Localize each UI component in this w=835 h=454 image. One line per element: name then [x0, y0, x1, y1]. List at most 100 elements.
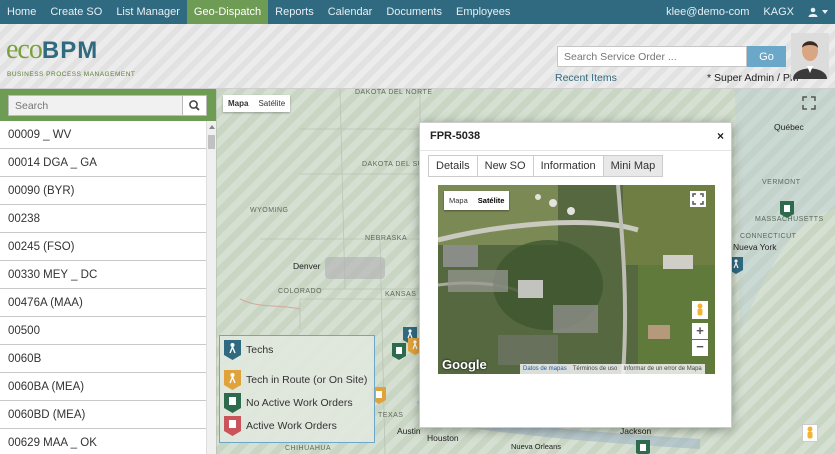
tab-mini-map[interactable]: Mini Map [602, 155, 664, 177]
map-label-city: Denver [293, 261, 321, 271]
map-data-link[interactable]: Datos de mapas [520, 366, 570, 372]
user-email-link[interactable]: klee@demo-com [659, 0, 756, 24]
org-code-link[interactable]: KAGX [756, 0, 801, 24]
user-role: * Super Admin / PM [707, 72, 799, 84]
pegman-icon[interactable] [802, 424, 818, 442]
nav-right: klee@demo-com KAGX [659, 0, 835, 24]
tab-details[interactable]: Details [428, 155, 478, 177]
user-menu-button[interactable] [801, 0, 835, 24]
go-button[interactable]: Go [747, 46, 786, 67]
list-item[interactable]: 00245 (FSO) [0, 233, 206, 261]
chevron-down-icon [822, 10, 828, 14]
tech-pin-icon [224, 340, 241, 360]
map-type-satellite-button[interactable]: Satélite [253, 95, 290, 112]
mini-map-type-satellite-button[interactable]: Satélite [473, 191, 510, 210]
map-label-region: NEBRASKA [365, 235, 408, 242]
legend-label: Tech in Route (or On Site) [246, 374, 368, 386]
modal-tabs: Details New SO Information Mini Map [428, 155, 664, 177]
no-active-work-order-pin-icon[interactable] [392, 343, 406, 360]
legend-label: Active Work Orders [246, 420, 337, 432]
service-order-sidebar: 00009 _ WV 00014 DGA _ GA 00090 (BYR) 00… [0, 89, 216, 454]
tab-information[interactable]: Information [532, 155, 604, 177]
list-item[interactable]: 00238 [0, 205, 206, 233]
list-item[interactable]: 0060BA (MEA) [0, 373, 206, 401]
scroll-up-icon[interactable] [209, 125, 215, 129]
user-icon [808, 7, 818, 17]
legend-item-techs: Techs [224, 340, 273, 360]
map-label-city: Austin [397, 426, 421, 436]
building-icon [224, 416, 241, 436]
map-type-toggle: Mapa Satélite [223, 95, 291, 112]
map-type-map-button[interactable]: Mapa [223, 95, 253, 112]
tab-new-so[interactable]: New SO [476, 155, 534, 177]
no-active-work-order-pin-icon[interactable] [780, 201, 794, 218]
scrollbar-thumb[interactable] [208, 135, 215, 149]
satellite-imagery [438, 185, 715, 374]
sidebar-search-button[interactable] [182, 95, 207, 116]
map-label-region: TEXAS [378, 412, 404, 419]
tech-in-route-pin-icon [224, 370, 241, 390]
map-label-region: VERMONT [762, 179, 801, 186]
recent-items-link[interactable]: Recent Items [555, 72, 617, 84]
logo[interactable]: ecoBPM BUSINESS PROCESS MANAGEMENT [6, 34, 135, 78]
list-item[interactable]: 00629 MAA _ OK [0, 429, 206, 454]
map-label-region: WYOMING [250, 207, 289, 214]
list-item[interactable]: 00476A (MAA) [0, 289, 206, 317]
google-logo: Google [442, 357, 487, 372]
zoom-out-button[interactable]: − [692, 340, 708, 356]
nav-reports[interactable]: Reports [268, 0, 321, 24]
list-item[interactable]: 00090 (BYR) [0, 177, 206, 205]
list-item[interactable]: 0060B [0, 345, 206, 373]
nav-home[interactable]: Home [0, 0, 43, 24]
header: ecoBPM BUSINESS PROCESS MANAGEMENT Go Re… [0, 24, 835, 89]
terms-of-use-link[interactable]: Términos de uso [570, 366, 621, 372]
modal-divider [420, 150, 731, 151]
modal-title: FPR-5038 [430, 130, 481, 142]
logo-tagline: BUSINESS PROCESS MANAGEMENT [7, 71, 136, 78]
list-item[interactable]: 00009 _ WV [0, 121, 206, 149]
top-nav: Home Create SO List Manager Geo-Dispatch… [0, 0, 835, 24]
nav-create-so[interactable]: Create SO [43, 0, 109, 24]
sidebar-search-bar [0, 89, 216, 121]
logo-bpm: BPM [41, 37, 99, 64]
map-label-region: CONNECTICUT [740, 233, 797, 240]
sidebar-search-input[interactable] [8, 95, 183, 116]
no-active-work-order-pin-icon[interactable] [636, 440, 650, 454]
nav-calendar[interactable]: Calendar [321, 0, 380, 24]
fullscreen-icon[interactable] [690, 191, 706, 207]
legend-label: No Active Work Orders [246, 397, 353, 409]
search-icon [189, 100, 200, 111]
legend-label: Techs [246, 344, 274, 356]
map-legend: Techs Tech in Route (or On Site) No Acti… [219, 335, 375, 443]
map-label-city: Houston [427, 433, 459, 443]
map-label-region: CHIHUAHUA [285, 445, 332, 452]
nav-employees[interactable]: Employees [449, 0, 517, 24]
building-icon [224, 393, 241, 413]
fullscreen-icon[interactable] [801, 95, 817, 111]
avatar [791, 33, 829, 79]
legend-item-tech-in-route: Tech in Route (or On Site) [224, 370, 367, 390]
report-map-error-link[interactable]: Informar de un error de Mapa [620, 366, 704, 372]
map-label-region: KANSAS [385, 291, 417, 298]
map-label-city: Nueva York [733, 242, 777, 252]
service-order-list: 00009 _ WV 00014 DGA _ GA 00090 (BYR) 00… [0, 121, 206, 454]
close-icon[interactable]: × [717, 129, 724, 143]
sidebar-scrollbar[interactable] [206, 121, 216, 454]
zoom-in-button[interactable]: + [692, 323, 708, 339]
pegman-icon[interactable] [692, 301, 708, 319]
list-item[interactable]: 00330 MEY _ DC [0, 261, 206, 289]
mini-map[interactable]: Mapa Satélite + − Google Datos de mapas … [438, 185, 715, 374]
nav-documents[interactable]: Documents [379, 0, 449, 24]
list-item[interactable]: 00014 DGA _ GA [0, 149, 206, 177]
mini-map-type-map-button[interactable]: Mapa [444, 191, 473, 210]
map-label-region: COLORADO [278, 288, 323, 295]
list-item[interactable]: 00500 [0, 317, 206, 345]
nav-geo-dispatch[interactable]: Geo-Dispatch [186, 0, 269, 24]
legend-item-active-work-orders: Active Work Orders [224, 416, 337, 436]
legend-item-no-active-work-orders: No Active Work Orders [224, 393, 353, 413]
nav-list-manager[interactable]: List Manager [109, 0, 187, 24]
list-item[interactable]: 0060BD (MEA) [0, 401, 206, 429]
logo-eco: eco [6, 34, 43, 65]
service-order-search-input[interactable] [557, 46, 747, 67]
map-label-region: DAKOTA DEL NORTE [355, 89, 433, 96]
